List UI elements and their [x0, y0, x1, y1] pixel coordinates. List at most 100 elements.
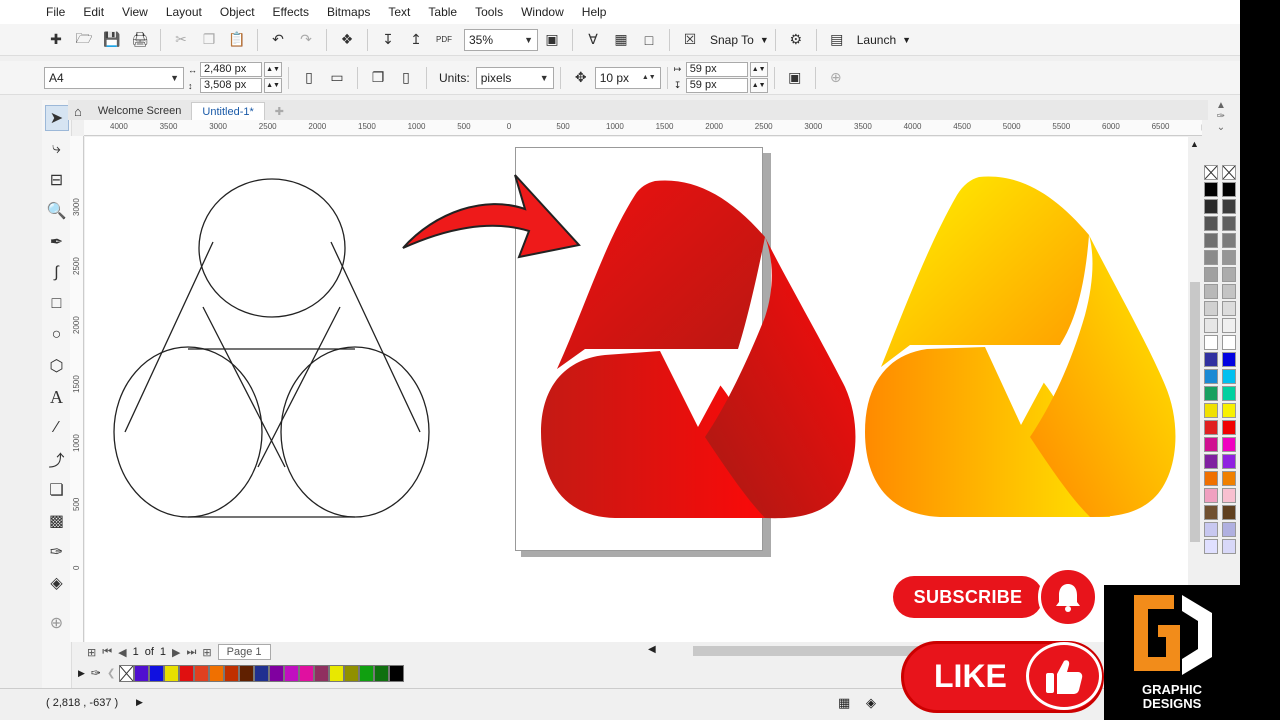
- palette-swatch[interactable]: [1204, 454, 1218, 469]
- next-page-icon[interactable]: ▶: [172, 646, 180, 659]
- first-page-icon[interactable]: ⏮: [102, 646, 112, 659]
- home-icon[interactable]: ⌂: [68, 102, 88, 120]
- palette-swatch[interactable]: [1204, 267, 1218, 282]
- document-palette-swatch[interactable]: [149, 664, 165, 682]
- menu-window[interactable]: Window: [521, 5, 564, 19]
- thumbs-up-button[interactable]: [1026, 642, 1102, 710]
- palette-swatch[interactable]: [1204, 199, 1218, 214]
- tab-welcome-screen[interactable]: Welcome Screen: [88, 102, 192, 120]
- menu-object[interactable]: Object: [220, 5, 255, 19]
- full-screen-icon[interactable]: ▣: [541, 29, 563, 51]
- menu-help[interactable]: Help: [582, 5, 607, 19]
- vertical-scrollbar[interactable]: ▲: [1188, 137, 1202, 642]
- document-palette-swatch[interactable]: [239, 664, 255, 682]
- shape-tool-icon[interactable]: ⤷: [45, 136, 69, 162]
- show-guidelines-icon[interactable]: □: [638, 29, 660, 51]
- menu-effects[interactable]: Effects: [273, 5, 309, 19]
- palette-swatch[interactable]: [1222, 216, 1236, 231]
- launch-button[interactable]: Launch: [857, 33, 896, 47]
- rectangle-tool-icon[interactable]: □: [45, 291, 69, 317]
- snap-to-dropdown[interactable]: Snap To: [710, 33, 754, 47]
- palette-swatch[interactable]: [1222, 233, 1236, 248]
- show-grid-icon[interactable]: ▦: [610, 29, 632, 51]
- horizontal-ruler[interactable]: 4000 3500 3000 2500 2000 1500 1000 500 0 500 1000 1…: [84, 120, 1202, 136]
- height-stepper[interactable]: ▲▼: [264, 78, 282, 93]
- bell-button[interactable]: [1038, 567, 1098, 627]
- document-palette-swatch[interactable]: [329, 664, 345, 682]
- palette-swatch[interactable]: [1204, 216, 1218, 231]
- palette-swatch[interactable]: [1222, 539, 1236, 554]
- palette-swatch[interactable]: [1222, 199, 1236, 214]
- undo-icon[interactable]: ↶: [267, 29, 289, 51]
- document-palette-swatch[interactable]: [389, 664, 405, 682]
- palette-swatch[interactable]: [1204, 318, 1218, 333]
- palette-swatch[interactable]: [1204, 335, 1218, 350]
- palette-swatch[interactable]: [1222, 437, 1236, 452]
- document-palette-swatch[interactable]: [254, 664, 270, 682]
- palette-swatch[interactable]: [1204, 182, 1218, 197]
- palette-swatch[interactable]: [1222, 454, 1236, 469]
- menu-text[interactable]: Text: [388, 5, 410, 19]
- palette-eyedropper-icon[interactable]: ✑: [1217, 111, 1225, 122]
- palette-swatch[interactable]: [1222, 182, 1236, 197]
- page-width-input[interactable]: 2,480 px: [200, 62, 262, 77]
- polygon-tool-icon[interactable]: ⬡: [45, 353, 69, 379]
- page-size-dropdown[interactable]: A4 ▼: [44, 66, 184, 89]
- scroll-up-icon[interactable]: ▲: [1190, 139, 1199, 149]
- add-icon[interactable]: ⊕: [825, 67, 847, 89]
- add-page-before-icon[interactable]: ⊞: [87, 646, 96, 659]
- publish-pdf-icon[interactable]: PDF: [433, 29, 455, 51]
- palette-swatch[interactable]: [1204, 505, 1218, 520]
- palette-swatch[interactable]: [1204, 437, 1218, 452]
- new-document-icon[interactable]: ✚: [45, 29, 67, 51]
- no-fill-swatch[interactable]: [1204, 165, 1218, 180]
- menu-tools[interactable]: Tools: [475, 5, 503, 19]
- launch-chevron-down-icon[interactable]: ▼: [902, 35, 911, 45]
- document-palette-swatch[interactable]: [299, 664, 315, 682]
- document-palette-swatch[interactable]: [374, 664, 390, 682]
- scroll-left-icon[interactable]: ◀: [648, 644, 656, 655]
- palette-swatch[interactable]: [1222, 505, 1236, 520]
- redo-icon[interactable]: ↷: [295, 29, 317, 51]
- pick-tool-icon[interactable]: ➤: [44, 105, 69, 131]
- document-palette-swatch[interactable]: [179, 664, 195, 682]
- palette-swatch[interactable]: [1222, 420, 1236, 435]
- import-icon[interactable]: ↧: [377, 29, 399, 51]
- palette-swatch[interactable]: [1222, 352, 1236, 367]
- palette-swatch[interactable]: [1204, 420, 1218, 435]
- add-page-after-icon[interactable]: ⊞: [202, 646, 211, 659]
- interactive-fill-icon[interactable]: ◈: [45, 570, 69, 596]
- palette-swatch[interactable]: [1204, 403, 1218, 418]
- page-tab-1[interactable]: Page 1: [217, 644, 271, 660]
- add-tool-icon[interactable]: ⊕: [45, 610, 69, 636]
- print-icon[interactable]: 🖨: [129, 29, 151, 51]
- palette-swatch[interactable]: [1204, 386, 1218, 401]
- fill-indicator-icon[interactable]: ◈: [866, 695, 876, 711]
- palette-swatch[interactable]: [1222, 369, 1236, 384]
- palette-swatch[interactable]: [1222, 522, 1236, 537]
- palette-flyout-icon[interactable]: ▶: [78, 668, 85, 679]
- palette-swatch[interactable]: [1204, 233, 1218, 248]
- palette-swatch[interactable]: [1222, 335, 1236, 350]
- snap-off-icon[interactable]: ☒: [679, 29, 701, 51]
- palette-swatch[interactable]: [1204, 250, 1218, 265]
- palette-swatch[interactable]: [1222, 488, 1236, 503]
- menu-edit[interactable]: Edit: [83, 5, 104, 19]
- freehand-tool-icon[interactable]: ✒: [45, 229, 69, 255]
- palette-expand-icon[interactable]: ⌄: [1217, 122, 1225, 133]
- zoom-tool-icon[interactable]: 🔍: [45, 198, 69, 224]
- transparency-icon[interactable]: ▩: [45, 508, 69, 534]
- ellipse-tool-icon[interactable]: ○: [45, 322, 69, 348]
- palette-swatch[interactable]: [1204, 369, 1218, 384]
- palette-swatch[interactable]: [1222, 250, 1236, 265]
- menu-file[interactable]: File: [46, 5, 65, 19]
- menu-view[interactable]: View: [122, 5, 148, 19]
- document-palette-swatch[interactable]: [359, 664, 375, 682]
- document-palette-swatch[interactable]: [269, 664, 285, 682]
- document-palette-swatch[interactable]: [344, 664, 360, 682]
- current-page-icon[interactable]: ▯: [395, 67, 417, 89]
- palette-swatch[interactable]: [1204, 301, 1218, 316]
- width-stepper[interactable]: ▲▼: [264, 62, 282, 77]
- cut-icon[interactable]: ✂: [170, 29, 192, 51]
- document-palette-swatch[interactable]: [134, 664, 150, 682]
